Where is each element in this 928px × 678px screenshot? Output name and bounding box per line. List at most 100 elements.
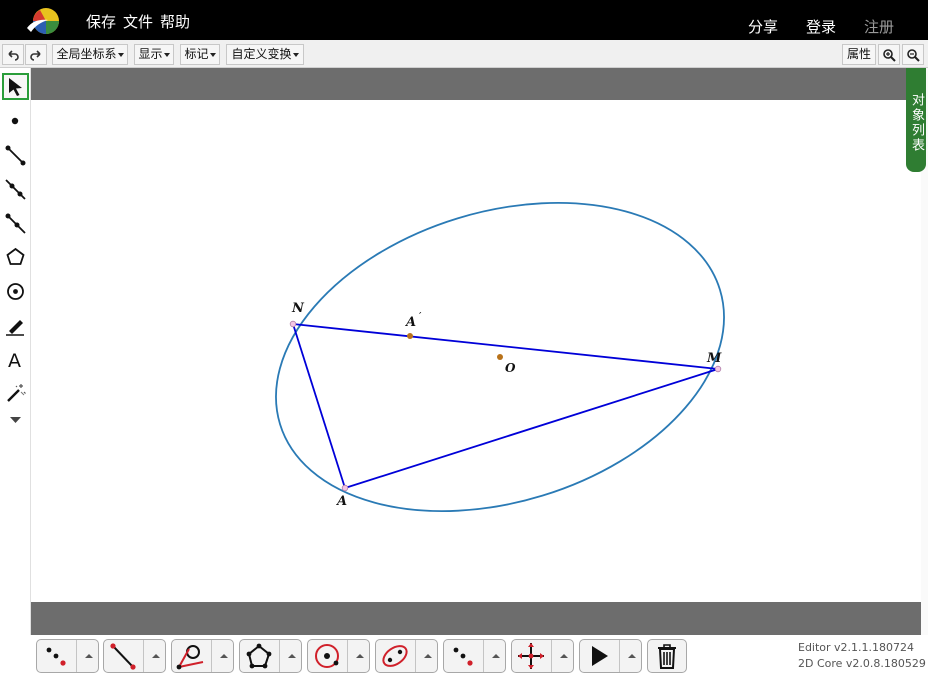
polygon-tool[interactable] (2, 244, 29, 271)
arrow-pointer-icon (9, 78, 22, 96)
play-icon (592, 646, 608, 666)
expand-arrow-icon[interactable] (211, 640, 234, 672)
register-link[interactable]: 注册 (864, 16, 894, 37)
share-link[interactable]: 分享 (748, 16, 778, 37)
delete-button[interactable] (647, 639, 687, 673)
graphics-canvas[interactable]: N A ′ O M A (31, 100, 921, 602)
circle-tool[interactable] (2, 278, 29, 305)
core-version: 2D Core v2.0.8.180529 (798, 657, 926, 670)
global-coords-dropdown[interactable]: 全局坐标系 (52, 44, 128, 65)
text-tool[interactable]: A (2, 346, 29, 373)
point-M[interactable] (714, 365, 722, 373)
undo-icon (8, 50, 19, 61)
app-logo (27, 8, 59, 34)
line-tool[interactable] (2, 176, 29, 203)
animation-tools-group[interactable] (579, 639, 642, 673)
svg-text:A: A (8, 350, 21, 372)
expand-arrow-icon[interactable] (76, 640, 99, 672)
text-icon: A (8, 350, 21, 372)
mark-dropdown[interactable]: 标记 (180, 44, 220, 65)
polygon-tools-group[interactable] (239, 639, 302, 673)
menu-file[interactable]: 文件 (123, 11, 153, 32)
segment-tool[interactable] (2, 142, 29, 169)
magic-wand-tool[interactable] (2, 380, 29, 407)
point-A-prime[interactable] (407, 333, 413, 339)
caret-down-icon (163, 52, 170, 57)
expand-arrow-icon[interactable] (415, 640, 438, 672)
login-link[interactable]: 登录 (806, 16, 836, 37)
point-icon (11, 117, 19, 125)
expand-arrow-icon[interactable] (347, 640, 370, 672)
more-tools-button[interactable] (2, 411, 29, 429)
circle-icon (7, 283, 24, 300)
label-N: N (291, 301, 305, 316)
pen-icon (6, 320, 24, 336)
circle-tools-group[interactable] (307, 639, 370, 673)
point-A[interactable] (341, 484, 349, 492)
pen-tool[interactable] (2, 312, 29, 339)
pentagon-icon (6, 247, 25, 265)
mark-label: 标记 (184, 47, 209, 61)
point-tool[interactable] (2, 108, 29, 135)
editor-version: Editor v2.1.1.180724 (798, 641, 915, 654)
canvas-bottom-border (31, 602, 921, 635)
zoom-in-button[interactable] (878, 44, 900, 65)
zoom-in-icon (883, 49, 896, 62)
menu-save[interactable]: 保存 (86, 11, 116, 32)
conic-tools-group[interactable] (375, 639, 438, 673)
segment-AN[interactable] (292, 323, 346, 489)
points-transform-icon (453, 647, 473, 666)
undo-button[interactable] (2, 44, 24, 65)
bottom-toolbar (0, 635, 928, 678)
segment-icon (110, 643, 136, 670)
ellipse-icon (382, 645, 408, 667)
label-A-prime-mark: ′ (419, 310, 422, 323)
caret-down-icon (117, 52, 124, 57)
properties-button[interactable]: 属性 (842, 44, 876, 65)
redo-button[interactable] (25, 44, 47, 65)
triangle-down-icon (10, 417, 21, 423)
zoom-out-icon (907, 49, 920, 62)
object-list-label: 对象列表 (909, 93, 924, 153)
move-tools-group[interactable] (511, 639, 574, 673)
segment-icon (5, 145, 26, 166)
angle-circle-icon (176, 645, 204, 670)
expand-arrow-icon[interactable] (551, 640, 574, 672)
transform-tools-group[interactable] (443, 639, 506, 673)
tool-panel: A (0, 68, 31, 678)
point-N[interactable] (289, 320, 297, 328)
display-label: 显示 (138, 47, 163, 61)
custom-transform-dropdown[interactable]: 自定义变换 (226, 44, 304, 65)
expand-arrow-icon[interactable] (483, 640, 506, 672)
label-O: O (505, 361, 516, 375)
label-A: A (335, 494, 347, 509)
geometry-drawing[interactable]: N A ′ O M A (31, 100, 921, 602)
points-icon (46, 647, 66, 666)
move-cross-icon (518, 643, 544, 669)
expand-arrow-icon[interactable] (143, 640, 166, 672)
expand-arrow-icon[interactable] (279, 640, 302, 672)
segment-MA[interactable] (344, 368, 719, 489)
expand-arrow-icon[interactable] (619, 640, 642, 672)
point-O[interactable] (497, 354, 503, 360)
top-bar: 保存 文件 帮助 分享 登录 注册 (0, 0, 928, 40)
ray-icon (5, 213, 26, 234)
caret-down-icon (209, 52, 216, 57)
polygon-icon (246, 643, 272, 669)
redo-icon (30, 50, 41, 61)
version-info: Editor v2.1.1.180724 2D Core v2.0.8.1805… (798, 640, 926, 672)
global-coords-label: 全局坐标系 (56, 47, 117, 61)
custom-transform-label: 自定义变换 (231, 47, 292, 61)
line-tools-group[interactable] (103, 639, 166, 673)
caret-down-icon (292, 52, 299, 57)
object-list-tab[interactable]: 对象列表 (906, 68, 926, 172)
angle-tools-group[interactable] (171, 639, 234, 673)
display-dropdown[interactable]: 显示 (134, 44, 174, 65)
zoom-out-button[interactable] (902, 44, 924, 65)
magic-wand-icon (7, 384, 26, 402)
point-tools-group[interactable] (36, 639, 99, 673)
properties-label: 属性 (846, 47, 871, 61)
select-tool[interactable] (2, 73, 29, 100)
menu-help[interactable]: 帮助 (160, 11, 190, 32)
ray-tool[interactable] (2, 210, 29, 237)
